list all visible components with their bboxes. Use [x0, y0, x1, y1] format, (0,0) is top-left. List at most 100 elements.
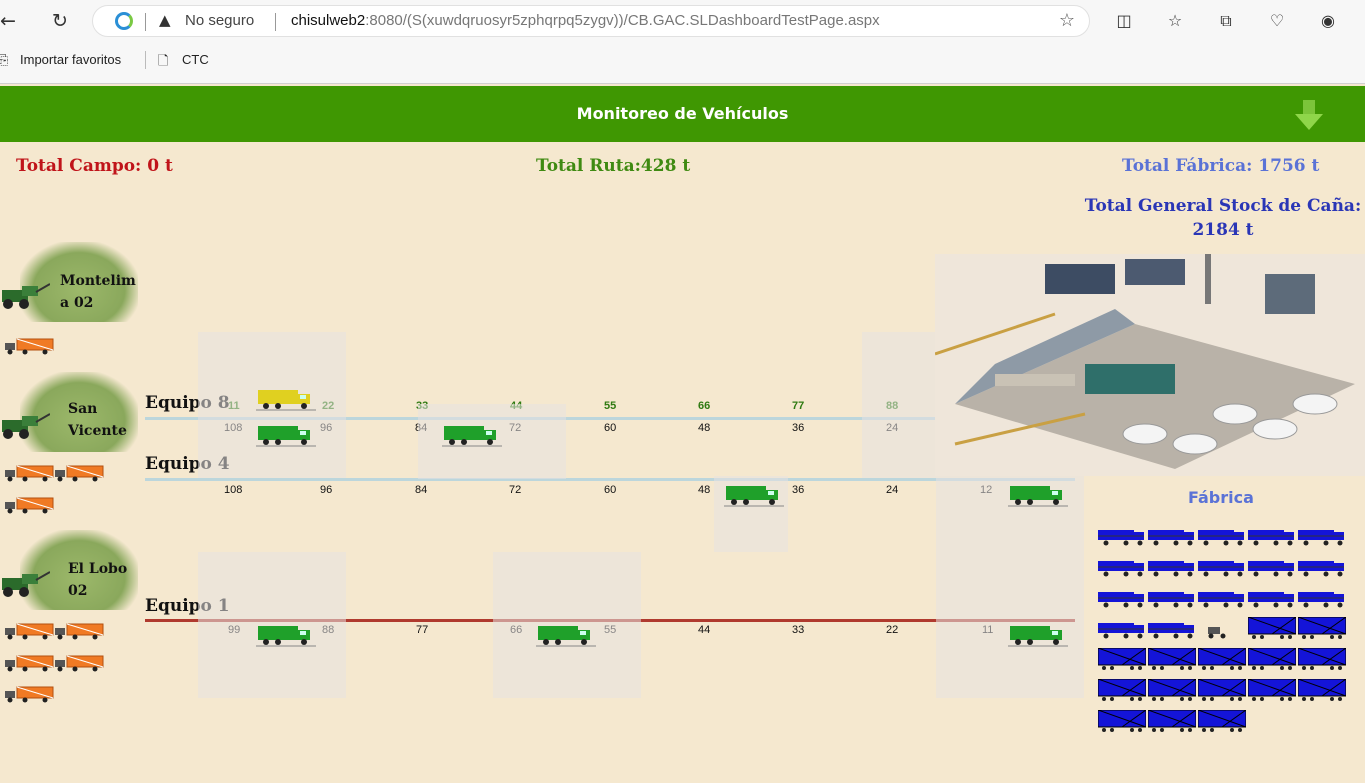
download-arrow-icon[interactable] — [1294, 98, 1324, 132]
route-tick-label: 33 — [792, 624, 805, 636]
blue-truck-icon[interactable] — [1098, 586, 1146, 608]
cane-wagon-icon[interactable] — [5, 464, 55, 482]
field-name: Vicente — [68, 423, 127, 439]
blue-wagon-icon[interactable] — [1197, 709, 1247, 732]
cane-wagon-icon[interactable] — [5, 337, 55, 355]
field-el-lobo[interactable]: El Lobo 02 — [0, 530, 140, 610]
blue-truck-icon[interactable] — [1098, 524, 1146, 546]
harvester-icon — [2, 571, 50, 597]
blue-truck-icon[interactable] — [1298, 524, 1346, 546]
blue-wagon-icon[interactable] — [1097, 647, 1147, 670]
blue-wagon-icon[interactable] — [1297, 616, 1347, 639]
loaded-truck-icon[interactable] — [536, 620, 596, 650]
extensions-icon[interactable]: ♡ — [1265, 9, 1289, 33]
route-tick-label: 108 — [224, 484, 243, 496]
route-tick-label: 48 — [698, 484, 711, 496]
blue-truck-icon[interactable] — [1148, 617, 1196, 639]
back-icon[interactable]: ← — [0, 9, 20, 33]
warning-icon[interactable]: ▲ — [159, 11, 171, 29]
url-host: chisulweb2 — [291, 12, 366, 29]
route-tick-label: 84 — [415, 484, 428, 496]
divider — [145, 13, 146, 31]
loaded-truck-icon[interactable] — [256, 420, 316, 450]
route-tick-label: 72 — [509, 484, 522, 496]
blue-truck-icon[interactable] — [1248, 586, 1296, 608]
split-screen-icon[interactable]: ◫ — [1112, 9, 1136, 33]
field-name: San — [68, 401, 98, 417]
blue-wagon-icon[interactable] — [1097, 678, 1147, 701]
favorites-bar: ⎘ Importar favoritos 🗋 CTC — [0, 44, 1365, 80]
refresh-icon[interactable]: ↻ — [48, 9, 72, 33]
loaded-truck-icon[interactable] — [724, 480, 784, 510]
cane-wagon-icon[interactable] — [5, 622, 55, 640]
harvester-icon — [2, 283, 50, 309]
route-tick-label: 77 — [416, 624, 429, 636]
blue-wagon-icon[interactable] — [1297, 678, 1347, 701]
dashboard: Monitoreo de Vehículos Total Campo: 0 t … — [0, 84, 1365, 783]
blue-wagon-icon[interactable] — [1147, 647, 1197, 670]
field-label: San Vicente — [68, 398, 127, 442]
blue-truck-icon[interactable] — [1198, 555, 1246, 577]
blue-truck-icon[interactable] — [1148, 555, 1196, 577]
favorites-icon[interactable]: ☆ — [1163, 9, 1187, 33]
cane-wagon-icon[interactable] — [55, 654, 105, 672]
factory-image[interactable] — [935, 254, 1365, 476]
blue-wagon-icon[interactable] — [1097, 709, 1147, 732]
collections-icon[interactable]: ⧉ — [1214, 9, 1238, 33]
blue-truck-icon[interactable] — [1198, 586, 1246, 608]
blue-wagon-icon[interactable] — [1247, 647, 1297, 670]
cane-wagon-icon[interactable] — [5, 496, 55, 514]
cane-wagon-icon[interactable] — [55, 622, 105, 640]
field-san-vicente[interactable]: San Vicente — [0, 372, 140, 452]
route-tick-label: 60 — [604, 422, 617, 434]
truck-shadow — [862, 332, 936, 478]
cane-wagon-icon[interactable] — [5, 685, 55, 703]
empty-truck-icon[interactable] — [256, 384, 316, 414]
ctc-favorite-link[interactable]: CTC — [182, 52, 209, 67]
tractor-icon[interactable] — [1206, 624, 1230, 646]
header-bar: Monitoreo de Vehículos — [0, 86, 1365, 142]
security-label[interactable]: No seguro — [185, 12, 254, 29]
field-montelima[interactable]: Montelim a 02 — [0, 242, 140, 322]
favorite-star-icon[interactable]: ☆ — [1059, 10, 1075, 31]
field-name: Montelim — [60, 273, 136, 289]
field-label: El Lobo 02 — [68, 558, 127, 602]
loaded-truck-icon[interactable] — [1008, 480, 1068, 510]
blue-truck-icon[interactable] — [1248, 524, 1296, 546]
loaded-truck-icon[interactable] — [1008, 620, 1068, 650]
blue-truck-icon[interactable] — [1098, 617, 1146, 639]
route-tick-label: 55 — [604, 400, 617, 412]
route-tick-label: 22 — [886, 624, 899, 636]
import-favorites-link[interactable]: Importar favoritos — [20, 52, 121, 67]
blue-truck-icon[interactable] — [1248, 555, 1296, 577]
import-favorites-icon[interactable]: ⎘ — [0, 52, 8, 68]
loaded-truck-icon[interactable] — [442, 420, 502, 450]
blue-truck-icon[interactable] — [1298, 586, 1346, 608]
route-tick-label: 48 — [698, 422, 711, 434]
blue-wagon-icon[interactable] — [1247, 616, 1297, 639]
address-row: ← ↻ ▲ No seguro chisulweb2:8080/(S(xuwdq… — [0, 0, 1365, 42]
loaded-truck-icon[interactable] — [256, 620, 316, 650]
blue-truck-icon[interactable] — [1298, 555, 1346, 577]
blue-wagon-icon[interactable] — [1197, 647, 1247, 670]
copilot-icon[interactable]: ◉ — [1316, 9, 1340, 33]
blue-truck-icon[interactable] — [1098, 555, 1146, 577]
page-icon: 🗋 — [158, 53, 169, 68]
cane-wagon-icon[interactable] — [55, 464, 105, 482]
blue-truck-icon[interactable] — [1198, 524, 1246, 546]
blue-truck-icon[interactable] — [1148, 524, 1196, 546]
url-text[interactable]: chisulweb2:8080/(S(xuwdqruosyr5zphqrpq5z… — [291, 12, 880, 29]
blue-wagon-icon[interactable] — [1197, 678, 1247, 701]
blue-wagon-icon[interactable] — [1297, 647, 1347, 670]
address-bar[interactable]: ▲ No seguro chisulweb2:8080/(S(xuwdqruos… — [92, 5, 1090, 37]
total-campo: Total Campo: 0 t — [16, 156, 173, 176]
blue-wagon-icon[interactable] — [1247, 678, 1297, 701]
page-title: Monitoreo de Vehículos — [576, 104, 789, 123]
route-tick-label: 96 — [320, 484, 333, 496]
blue-wagon-icon[interactable] — [1147, 678, 1197, 701]
harvester-icon — [2, 413, 50, 439]
cane-wagon-icon[interactable] — [5, 654, 55, 672]
blue-truck-icon[interactable] — [1148, 586, 1196, 608]
blue-wagon-icon[interactable] — [1147, 709, 1197, 732]
stock-label: Total General Stock de Caña: — [1084, 196, 1362, 216]
